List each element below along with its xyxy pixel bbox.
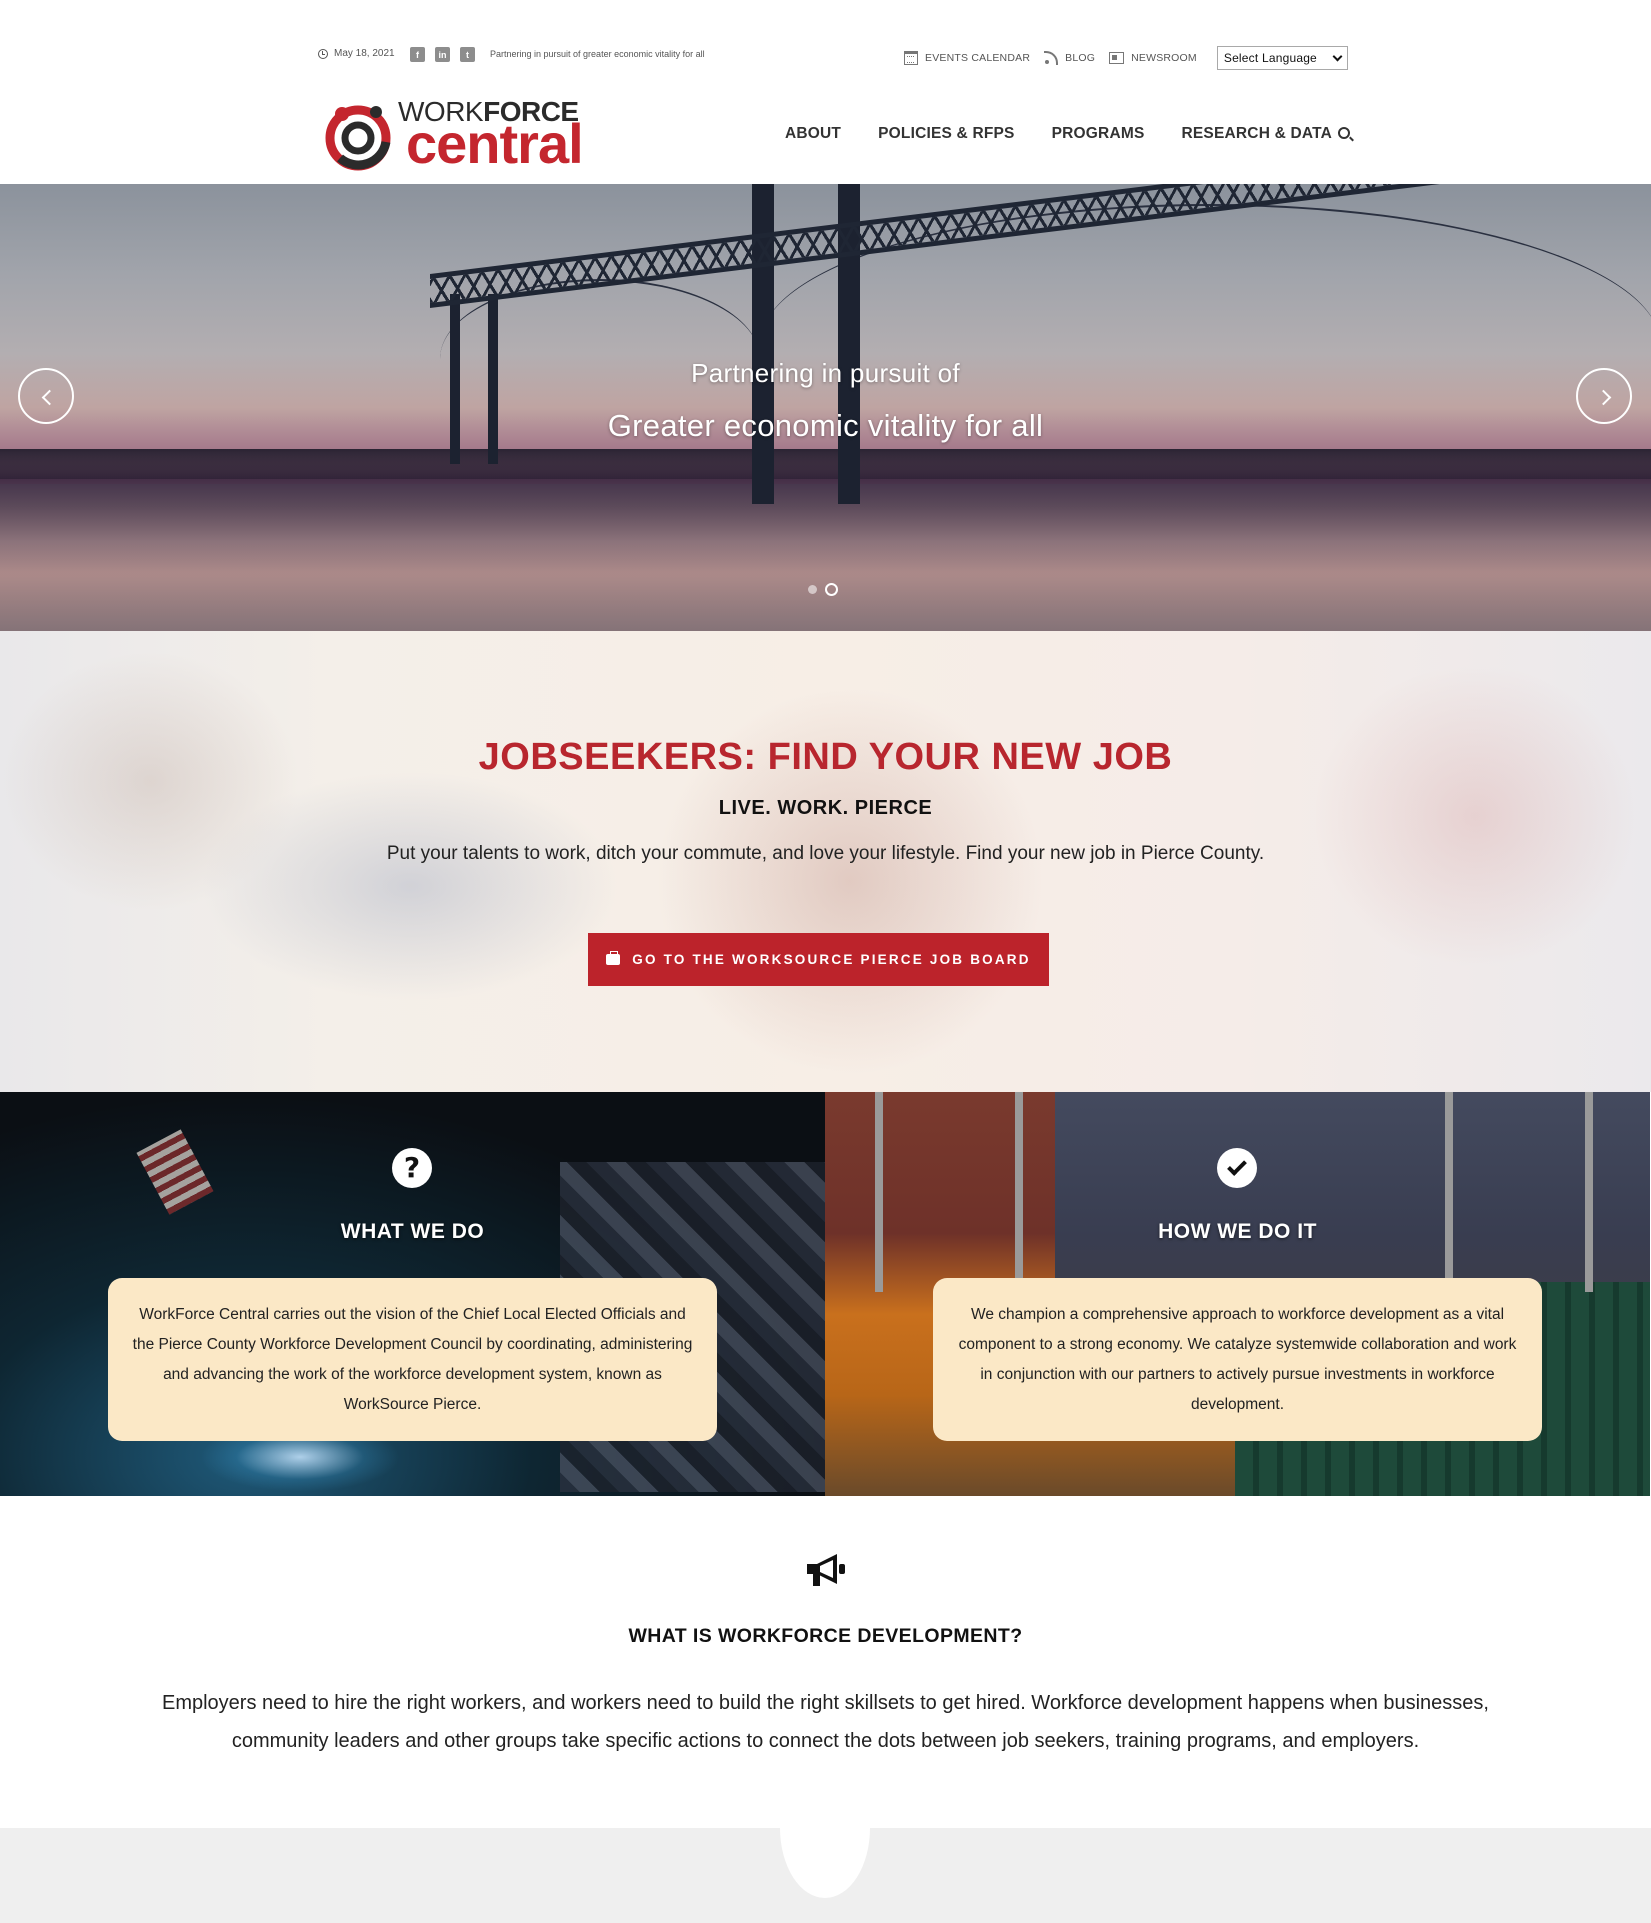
site-tagline: Partnering in pursuit of greater economi… bbox=[490, 49, 705, 59]
search-icon[interactable] bbox=[1338, 127, 1350, 139]
jobseekers-title: JOBSEEKERS: FIND YOUR NEW JOB bbox=[478, 736, 1173, 778]
slider-dots bbox=[808, 583, 838, 596]
blog-link[interactable]: BLOG bbox=[1044, 51, 1095, 65]
job-board-button-label: GO TO THE WORKSOURCE PIERCE JOB BOARD bbox=[632, 952, 1031, 967]
container-latch bbox=[1585, 1092, 1593, 1292]
briefcase-icon bbox=[606, 951, 621, 965]
newsroom-label: NEWSROOM bbox=[1131, 52, 1197, 64]
megaphone-icon bbox=[807, 1554, 845, 1586]
nav-item-policies-rfps[interactable]: POLICIES & RFPS bbox=[878, 125, 1015, 143]
utility-links: EVENTS CALENDAR BLOG NEWSROOM Select Lan… bbox=[904, 46, 1348, 70]
language-select-value: Select Language bbox=[1223, 51, 1317, 65]
date-text: May 18, 2021 bbox=[334, 48, 395, 59]
rss-icon bbox=[1044, 51, 1059, 65]
slider-prev-button[interactable] bbox=[18, 368, 74, 424]
hero-slider: Partnering in pursuit of Greater economi… bbox=[0, 184, 1651, 631]
container-latch bbox=[875, 1092, 883, 1292]
job-board-button[interactable]: GO TO THE WORKSOURCE PIERCE JOB BOARD bbox=[588, 933, 1049, 986]
what-we-do-title: WHAT WE DO bbox=[340, 1220, 485, 1243]
question-icon: ? bbox=[392, 1148, 432, 1188]
what-we-do-panel: ? WHAT WE DO WorkForce Central carries o… bbox=[0, 1092, 825, 1496]
jobseekers-section: JOBSEEKERS: FIND YOUR NEW JOB LIVE. WORK… bbox=[0, 631, 1651, 1092]
hero-water bbox=[0, 484, 1651, 631]
utility-bar: May 18, 2021 f in t Partnering in pursui… bbox=[0, 0, 1651, 80]
hero-line-2: Greater economic vitality for all bbox=[607, 408, 1044, 443]
check-icon bbox=[1217, 1148, 1257, 1188]
linkedin-icon[interactable]: in bbox=[435, 47, 450, 62]
slider-next-button[interactable] bbox=[1576, 368, 1632, 424]
jobseekers-text: Put your talents to work, ditch your com… bbox=[386, 843, 1265, 864]
clock-icon bbox=[318, 48, 328, 59]
logo-mark-icon bbox=[325, 105, 391, 171]
nav-item-programs[interactable]: PROGRAMS bbox=[1052, 125, 1145, 143]
what-we-do-card: WorkForce Central carries out the vision… bbox=[108, 1278, 717, 1441]
blog-label: BLOG bbox=[1065, 52, 1096, 64]
container-latch bbox=[1445, 1092, 1453, 1292]
hero-line-1: Partnering in pursuit of bbox=[691, 358, 960, 388]
events-calendar-link[interactable]: EVENTS CALENDAR bbox=[904, 51, 1030, 65]
newsroom-link[interactable]: NEWSROOM bbox=[1109, 52, 1197, 64]
container-latch bbox=[1015, 1092, 1023, 1292]
calendar-icon bbox=[904, 51, 918, 65]
chevron-down-icon bbox=[1332, 51, 1343, 61]
workforce-development-title: WHAT IS WORKFORCE DEVELOPMENT? bbox=[628, 1625, 1023, 1647]
nav-item-about[interactable]: ABOUT bbox=[785, 125, 841, 143]
social-links: f in t bbox=[410, 47, 475, 62]
logo-wordmark-bottom: central bbox=[406, 112, 584, 175]
how-we-do-it-panel: HOW WE DO IT We champion a comprehensive… bbox=[825, 1092, 1650, 1496]
how-we-do-it-card: We champion a comprehensive approach to … bbox=[933, 1278, 1542, 1441]
workforce-development-text: Employers need to hire the right workers… bbox=[161, 1692, 1489, 1752]
nav-item-research-data[interactable]: RESEARCH & DATA bbox=[1182, 125, 1333, 143]
how-we-do-it-title: HOW WE DO IT bbox=[1158, 1220, 1317, 1243]
facebook-icon[interactable]: f bbox=[410, 47, 425, 62]
slider-dot[interactable] bbox=[808, 585, 817, 594]
newspaper-icon bbox=[1109, 52, 1125, 64]
language-select[interactable]: Select Language bbox=[1216, 46, 1348, 70]
background-blur bbox=[640, 671, 1060, 1091]
site-logo[interactable]: WORKFORCE central bbox=[318, 92, 628, 174]
main-nav: ABOUT POLICIES & RFPS PROGRAMS RESEARCH … bbox=[785, 125, 1332, 143]
current-date: May 18, 2021 bbox=[318, 48, 395, 59]
flag-patch bbox=[136, 1129, 214, 1215]
container-door bbox=[1055, 1092, 1650, 1282]
slider-dot-active[interactable] bbox=[825, 583, 838, 596]
events-calendar-label: EVENTS CALENDAR bbox=[925, 52, 1031, 64]
jobseekers-subtitle: LIVE. WORK. PIERCE bbox=[718, 797, 933, 819]
twitter-icon[interactable]: t bbox=[460, 47, 475, 62]
